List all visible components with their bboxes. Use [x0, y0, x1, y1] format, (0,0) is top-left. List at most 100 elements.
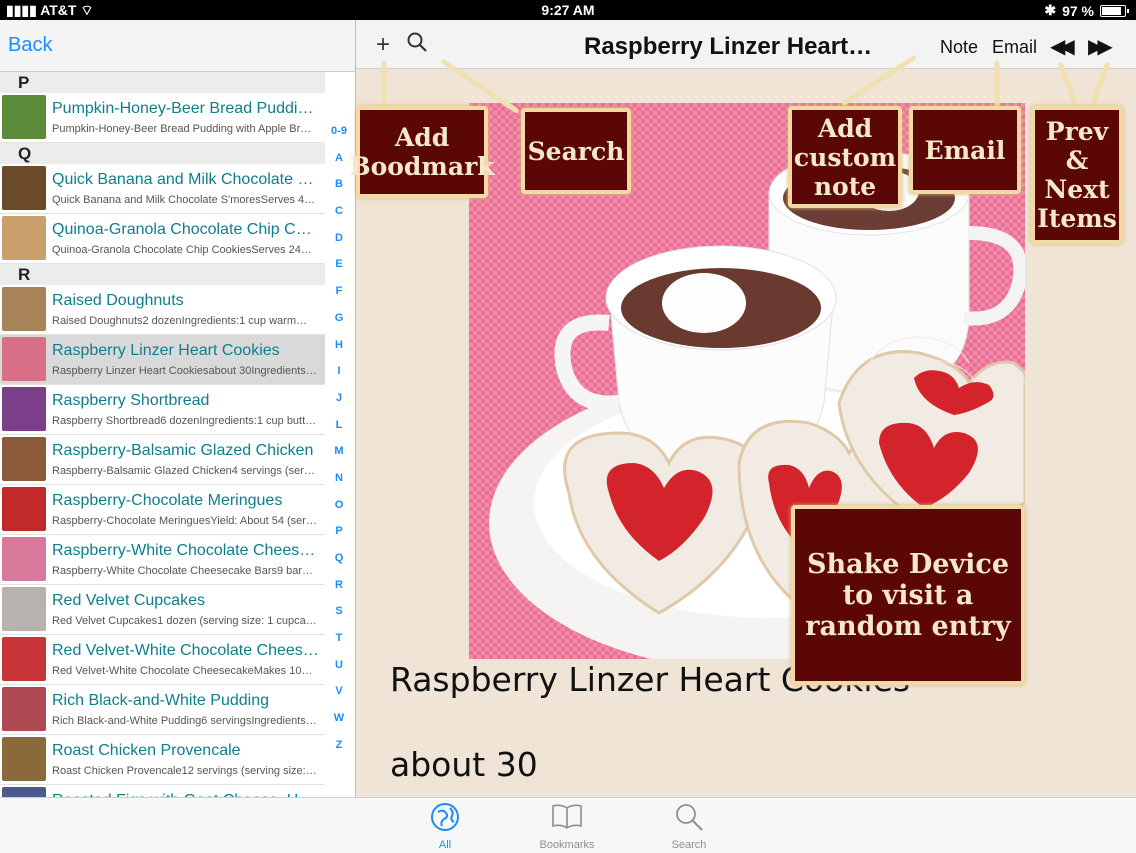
index-letter[interactable]: G	[326, 305, 352, 332]
email-button[interactable]: Email	[992, 37, 1037, 58]
index-letter[interactable]: D	[326, 225, 352, 252]
recipe-row[interactable]: Roasted Figs with Goat Cheese, Ho…	[0, 785, 325, 797]
battery-percent: 97 %	[1062, 2, 1094, 19]
recipe-row-title: Raspberry-Chocolate Meringues	[52, 492, 283, 509]
recipe-row[interactable]: Raspberry-Chocolate Meringues Raspberry-C…	[0, 485, 325, 535]
recipe-row-subtitle: Raspberry Linzer Heart Cookiesabout 30In…	[52, 365, 317, 377]
recipe-list: P Pumpkin-Honey-Beer Bread Puddin… Pumpkin…	[0, 72, 325, 797]
tab-all-label: All	[438, 839, 452, 851]
section-header-r: R	[0, 264, 325, 285]
recipe-thumbnail	[2, 487, 46, 531]
recipe-row-title: Rich Black-and-White Pudding	[52, 692, 269, 709]
previous-item-button[interactable]: ◀◀	[1050, 34, 1075, 59]
index-letter[interactable]: S	[326, 598, 352, 625]
recipe-row[interactable]: Raised Doughnuts Raised Doughnuts2 dozenI…	[0, 285, 325, 335]
callout-prev-next: Prev & Next Items	[1031, 106, 1123, 244]
add-bookmark-icon[interactable]: +	[376, 31, 390, 59]
next-item-button[interactable]: ▶▶	[1088, 34, 1113, 59]
recipe-row[interactable]: Pumpkin-Honey-Beer Bread Puddin… Pumpkin-…	[0, 93, 325, 143]
recipe-row[interactable]: Quinoa-Granola Chocolate Chip Co… Quinoa-…	[0, 214, 325, 264]
recipe-row-subtitle: Quinoa-Granola Chocolate Chip CookiesSer…	[52, 244, 312, 256]
tab-bookmarks-label: Bookmarks	[539, 839, 595, 851]
recipe-row-title: Roast Chicken Provencale	[52, 742, 241, 759]
index-letter[interactable]: A	[326, 145, 352, 172]
recipe-row-subtitle: Roast Chicken Provencale12 servings (ser…	[52, 765, 317, 777]
tab-all[interactable]: All	[400, 802, 490, 851]
alphabet-index[interactable]: 0-9 A B C D E F G H I J L M N O P Q R S T U V W Z	[326, 118, 352, 759]
recipe-row-title: Red Velvet-White Chocolate Chees…	[52, 642, 319, 659]
recipe-row-subtitle: Raspberry-Balsamic Glazed Chicken4 servi…	[52, 465, 315, 477]
recipe-row[interactable]: Rich Black-and-White Pudding Rich Black-a…	[0, 685, 325, 735]
recipe-row-subtitle: Raised Doughnuts2 dozenIngredients:1 cup…	[52, 315, 307, 327]
index-letter[interactable]: P	[326, 518, 352, 545]
callout-custom-note: Add custom note	[788, 106, 902, 208]
note-button[interactable]: Note	[940, 37, 978, 58]
recipe-row-title: Pumpkin-Honey-Beer Bread Puddin…	[52, 100, 320, 117]
recipe-row-subtitle: Quick Banana and Milk Chocolate S'moresS…	[52, 194, 316, 206]
index-letter[interactable]: L	[326, 412, 352, 439]
recipe-row[interactable]: Red Velvet Cupcakes Red Velvet Cupcakes1 …	[0, 585, 325, 635]
callout-add-bookmark: Add Boodmark	[349, 106, 495, 198]
recipe-thumbnail	[2, 637, 46, 681]
status-bar: ▮▮▮▮ AT&T ⌔ 9:27 AM ✱ 97 %	[0, 0, 1136, 20]
recipe-thumbnail	[2, 737, 46, 781]
recipe-thumbnail	[2, 166, 46, 210]
book-icon	[552, 804, 582, 829]
section-header-q: Q	[0, 143, 325, 164]
index-letter[interactable]: T	[326, 625, 352, 652]
index-letter[interactable]: E	[326, 251, 352, 278]
index-letter[interactable]: N	[326, 465, 352, 492]
tab-bookmarks[interactable]: Bookmarks	[522, 802, 612, 851]
recipe-thumbnail	[2, 687, 46, 731]
index-letter[interactable]: M	[326, 438, 352, 465]
index-letter[interactable]: H	[326, 332, 352, 359]
recipe-row-subtitle: Raspberry-Chocolate MeringuesYield: Abou…	[52, 515, 317, 527]
recipe-row-subtitle: Red Velvet Cupcakes1 dozen (serving size…	[52, 615, 317, 627]
search-icon[interactable]	[406, 31, 428, 60]
tab-search[interactable]: Search	[644, 802, 734, 851]
recipe-thumbnail	[2, 437, 46, 481]
index-letter[interactable]: Q	[326, 545, 352, 572]
left-nav-bar: Back	[0, 20, 355, 72]
index-letter[interactable]: I	[326, 358, 352, 385]
recipe-row-title: Red Velvet Cupcakes	[52, 592, 205, 609]
recipe-row[interactable]: Quick Banana and Milk Chocolate S'… Quick…	[0, 164, 325, 214]
callout-search: Search	[521, 108, 631, 194]
recipe-row-subtitle: Rich Black-and-White Pudding6 servingsIn…	[52, 715, 317, 727]
magnifier-icon	[676, 804, 703, 831]
index-letter[interactable]: W	[326, 705, 352, 732]
recipe-row[interactable]: Red Velvet-White Chocolate Chees… Red Vel…	[0, 635, 325, 685]
bluetooth-icon: ✱	[1044, 2, 1057, 18]
recipe-row-title: Quick Banana and Milk Chocolate S'…	[52, 171, 320, 188]
index-letter[interactable]: C	[326, 198, 352, 225]
recipe-row[interactable]: Raspberry Linzer Heart Cookies Raspberry …	[0, 335, 325, 385]
recipe-thumbnail	[2, 337, 46, 381]
recipe-row[interactable]: Roast Chicken Provencale Roast Chicken Pr…	[0, 735, 325, 785]
index-letter[interactable]: J	[326, 385, 352, 412]
section-header-p: P	[0, 72, 325, 93]
index-letter[interactable]: U	[326, 652, 352, 679]
recipe-thumbnail	[2, 537, 46, 581]
leader-line-bookmark	[381, 60, 387, 111]
callout-email: Email	[909, 106, 1021, 194]
index-letter[interactable]: V	[326, 678, 352, 705]
index-letter[interactable]: 0-9	[326, 118, 352, 145]
index-letter[interactable]: Z	[326, 732, 352, 759]
recipe-thumbnail	[2, 216, 46, 260]
index-letter[interactable]: O	[326, 492, 352, 519]
recipe-thumbnail	[2, 587, 46, 631]
battery-fill	[1102, 6, 1122, 15]
recipe-row-title: Raised Doughnuts	[52, 292, 184, 309]
index-letter[interactable]: B	[326, 171, 352, 198]
tab-bar: All Bookmarks Search	[0, 797, 1136, 853]
index-letter[interactable]: F	[326, 278, 352, 305]
recipe-thumbnail	[2, 95, 46, 139]
recipe-nav-title: Raspberry Linzer Heart…	[584, 33, 873, 60]
index-letter[interactable]: R	[326, 572, 352, 599]
back-button[interactable]: Back	[8, 34, 52, 57]
recipe-row[interactable]: Raspberry-White Chocolate Cheese… Raspber…	[0, 535, 325, 585]
recipe-yield: about 30	[390, 745, 538, 784]
recipe-row[interactable]: Raspberry Shortbread Raspberry Shortbread…	[0, 385, 325, 435]
recipe-row-subtitle: Raspberry Shortbread6 dozenIngredients:1…	[52, 415, 317, 427]
recipe-row[interactable]: Raspberry-Balsamic Glazed Chicken Raspber…	[0, 435, 325, 485]
